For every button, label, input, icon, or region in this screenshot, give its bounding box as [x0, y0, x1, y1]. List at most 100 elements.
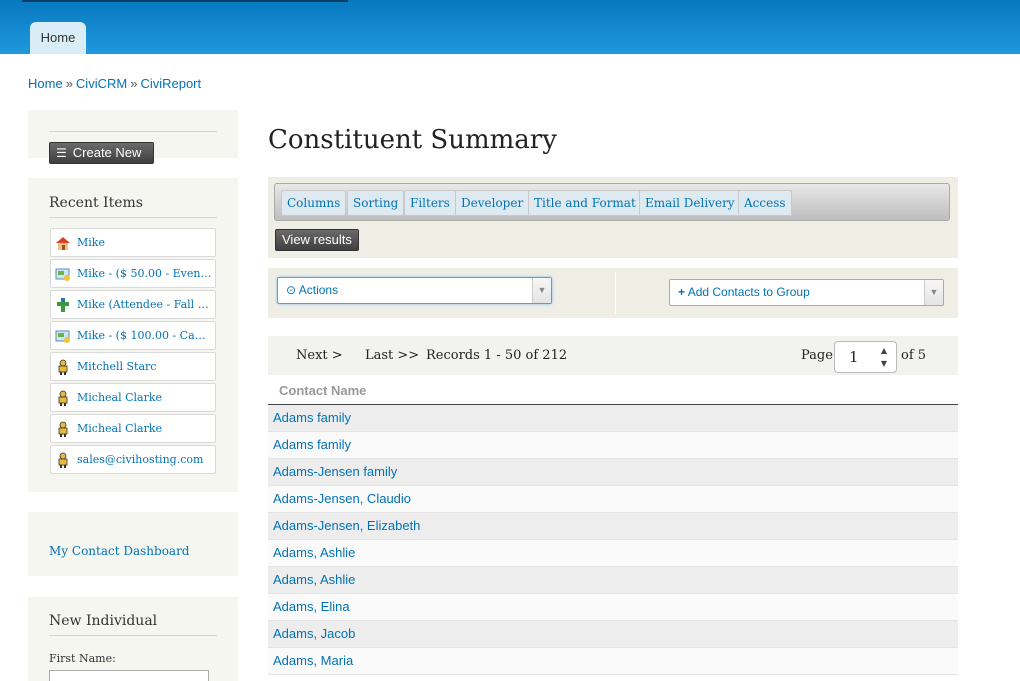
actions-select-label: Actions — [298, 283, 339, 297]
view-results-button[interactable]: View results — [275, 229, 359, 251]
column-header-contact-name[interactable]: Contact Name — [268, 383, 958, 405]
recent-item[interactable]: Micheal Clarke — [50, 383, 216, 412]
first-name-input[interactable] — [49, 670, 209, 681]
contact-name-link[interactable]: Adams, Ashlie — [273, 545, 355, 560]
contribution-icon — [55, 266, 71, 282]
tab-access[interactable]: Access — [738, 190, 792, 216]
recent-item-label: Micheal Clarke — [77, 422, 163, 435]
recent-item[interactable]: Mike — [50, 228, 216, 257]
recent-item-label: Mike - ($ 100.00 - Campa... — [77, 329, 215, 342]
contact-name-cell: Adams family — [268, 431, 958, 459]
recent-items-list: Mike Mike - ($ 50.00 - Event F... Mike (At… — [50, 228, 216, 476]
breadcrumb-separator: » — [130, 76, 138, 91]
contact-name-link[interactable]: Adams-Jensen, Claudio — [273, 491, 411, 506]
contact-name-cell: Adams-Jensen, Elizabeth — [268, 512, 958, 540]
breadcrumb-civicrm[interactable]: CiviCRM — [76, 76, 127, 91]
contact-name-link[interactable]: Adams-Jensen, Elizabeth — [273, 518, 420, 533]
recent-item[interactable]: Mike (Attendee - Fall Fun... — [50, 290, 216, 319]
individual-icon — [55, 421, 71, 437]
divider — [49, 635, 217, 636]
recent-item[interactable]: sales@civihosting.com — [50, 445, 216, 474]
my-contact-dashboard-link[interactable]: My Contact Dashboard — [49, 544, 190, 558]
table-row: Adams, Ashlie — [268, 566, 958, 594]
page-title: Constituent Summary — [268, 125, 557, 155]
recent-item-label: sales@civihosting.com — [77, 453, 204, 466]
report-settings-panel: Columns Sorting Filters Developer Title … — [268, 177, 958, 258]
contact-name-link[interactable]: Adams, Elina — [273, 599, 350, 614]
divider — [49, 131, 217, 132]
add-to-group-select[interactable]: + Add Contacts to Group ▼ — [669, 279, 944, 306]
table-row: Adams-Jensen family — [268, 458, 958, 486]
breadcrumb-civireport[interactable]: CiviReport — [140, 76, 201, 91]
recent-item[interactable]: Mitchell Starc — [50, 352, 216, 381]
household-icon — [55, 235, 71, 251]
chevron-down-icon: ▼ — [532, 278, 551, 303]
create-new-label: Create New — [72, 145, 142, 160]
individual-icon — [55, 359, 71, 375]
page-total: of 5 — [901, 348, 927, 363]
participant-icon — [55, 297, 71, 313]
recent-item-label: Mitchell Starc — [77, 360, 157, 373]
check-circle-icon: ⊙ — [286, 283, 297, 297]
contact-name-link[interactable]: Adams, Maria — [273, 653, 353, 668]
table-row: Adams, Elina — [268, 593, 958, 621]
contact-name-cell: Adams, Maria — [268, 647, 958, 675]
dashboard-block: My Contact Dashboard — [28, 512, 238, 576]
contact-name-link[interactable]: Adams family — [273, 437, 351, 452]
tab-developer[interactable]: Developer — [455, 190, 530, 216]
tab-home[interactable]: Home — [30, 22, 86, 54]
breadcrumb-home[interactable]: Home — [28, 76, 63, 91]
plus-icon: + — [678, 285, 686, 299]
recent-item[interactable]: Mike - ($ 100.00 - Campa... — [50, 321, 216, 350]
tab-sorting[interactable]: Sorting — [347, 190, 405, 216]
contact-name-cell: Adams-Jensen family — [268, 458, 958, 486]
breadcrumb-separator: » — [65, 76, 73, 91]
contact-name-cell: Adams family — [268, 404, 958, 432]
tab-email-delivery[interactable]: Email Delivery — [639, 190, 741, 216]
contact-name-link[interactable]: Adams-Jensen family — [273, 464, 397, 479]
contact-name-link[interactable]: Adams family — [273, 410, 351, 425]
table-header-row: Contact Name — [268, 383, 958, 405]
recent-item[interactable]: Micheal Clarke — [50, 414, 216, 443]
page-number-input[interactable]: 1 ▲ ▼ — [834, 341, 897, 373]
page-spinner: ▲ ▼ — [876, 344, 892, 370]
tab-title-and-format[interactable]: Title and Format — [528, 190, 642, 216]
last-page-link[interactable]: Last >> — [365, 348, 419, 363]
create-new-button[interactable]: ☰ Create New — [49, 142, 154, 164]
recent-item[interactable]: Mike - ($ 50.00 - Event F... — [50, 259, 216, 288]
recent-item-label: Mike (Attendee - Fall Fun... — [77, 298, 215, 311]
contact-name-link[interactable]: Adams, Ashlie — [273, 572, 355, 587]
recent-items-block: Recent Items Mike Mike - ($ 50.00 - Event… — [28, 178, 238, 492]
first-name-label: First Name: — [49, 652, 116, 665]
recent-item-label: Mike — [77, 236, 105, 249]
table-row: Adams-Jensen, Elizabeth — [268, 512, 958, 540]
actions-panel: ⊙ Actions ▼ + Add Contacts to Group ▼ — [268, 268, 958, 318]
results-body: Adams family Adams family Adams-Jensen fam… — [268, 404, 958, 675]
spinner-down-icon[interactable]: ▼ — [876, 357, 892, 370]
table-row: Adams, Ashlie — [268, 539, 958, 567]
individual-icon — [55, 390, 71, 406]
next-page-link[interactable]: Next > — [296, 348, 343, 363]
table-row: Adams, Jacob — [268, 620, 958, 648]
tab-filters[interactable]: Filters — [404, 190, 456, 216]
table-row: Adams family — [268, 431, 958, 459]
page-label: Page — [801, 348, 833, 363]
table-row: Adams family — [268, 404, 958, 432]
actions-select[interactable]: ⊙ Actions ▼ — [277, 277, 552, 304]
contact-name-cell: Adams, Jacob — [268, 620, 958, 648]
site-header: Home — [0, 0, 1020, 54]
add-to-group-label: Add Contacts to Group — [687, 285, 810, 299]
page-number-value: 1 — [849, 348, 859, 366]
menu-icon: ☰ — [56, 146, 67, 160]
contact-name-link[interactable]: Adams, Jacob — [273, 626, 355, 641]
results-table: Contact Name Adams family Adams family Ada… — [268, 383, 958, 675]
contact-name-cell: Adams, Elina — [268, 593, 958, 621]
new-individual-title: New Individual — [49, 613, 158, 629]
records-count: Records 1 - 50 of 212 — [426, 348, 568, 363]
table-row: Adams, Maria — [268, 647, 958, 675]
spinner-up-icon[interactable]: ▲ — [876, 344, 892, 357]
contact-name-cell: Adams, Ashlie — [268, 539, 958, 567]
contact-name-cell: Adams, Ashlie — [268, 566, 958, 594]
tab-columns[interactable]: Columns — [281, 190, 347, 216]
recent-item-label: Micheal Clarke — [77, 391, 163, 404]
